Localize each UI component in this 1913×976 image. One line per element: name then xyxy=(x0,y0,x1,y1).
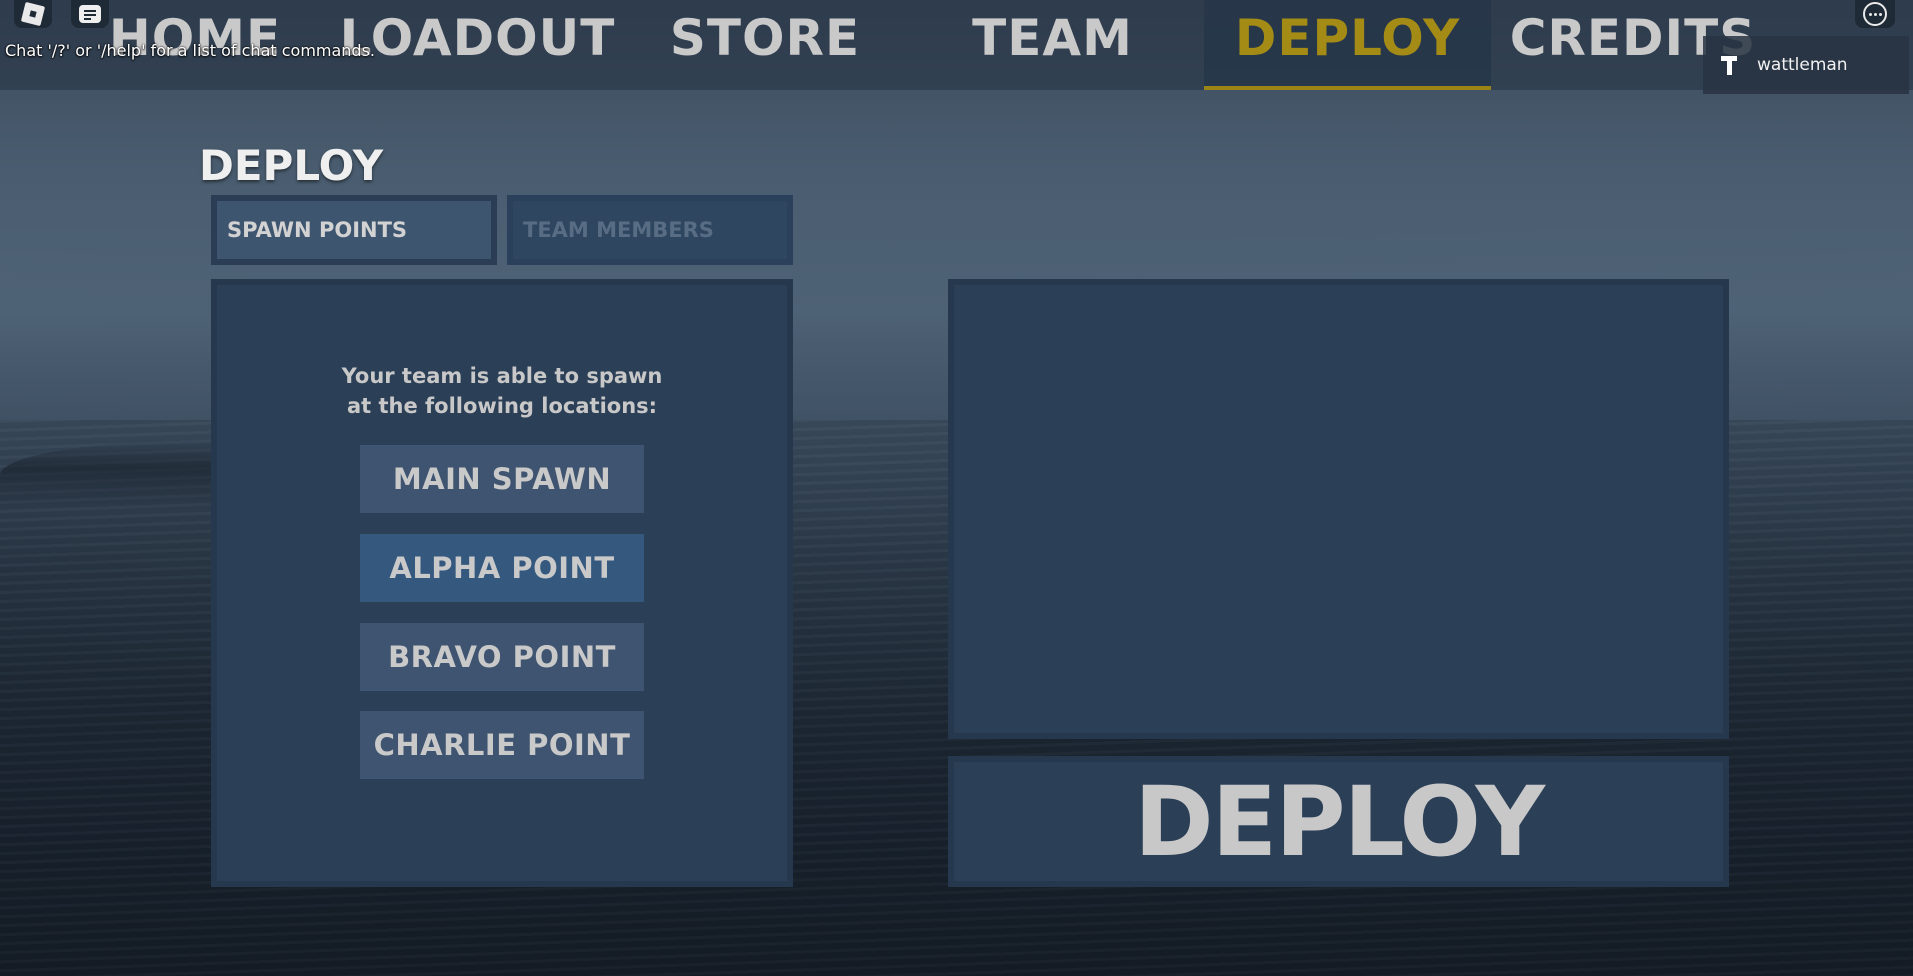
chat-hint: Chat '/?' or '/help' for a list of chat … xyxy=(5,41,376,60)
deploy-button[interactable]: DEPLOY xyxy=(948,756,1729,887)
more-options-icon[interactable] xyxy=(1855,0,1895,28)
spawn-label: MAIN SPAWN xyxy=(392,462,612,496)
roblox-logo-icon[interactable] xyxy=(14,0,52,28)
team-t-icon xyxy=(1719,54,1739,76)
nav-tab-label: TEAM xyxy=(972,9,1133,67)
player-name: wattleman xyxy=(1757,55,1848,75)
page-title: DEPLOY xyxy=(199,141,384,190)
spawn-label: BRAVO POINT xyxy=(388,640,616,674)
spawn-intro-line: at the following locations: xyxy=(346,394,658,418)
spawn-label: ALPHA POINT xyxy=(389,551,615,585)
tab-spawn-points[interactable]: SPAWN POINTS xyxy=(211,195,497,265)
player-list-entry[interactable]: wattleman xyxy=(1703,36,1909,94)
nav-tab-loadout[interactable]: LOADOUT xyxy=(340,0,615,90)
chat-icon[interactable] xyxy=(71,0,109,28)
nav-tab-deploy[interactable]: DEPLOY xyxy=(1204,0,1491,90)
spawn-label: CHARLIE POINT xyxy=(373,728,631,762)
spawn-charlie-button[interactable]: CHARLIE POINT xyxy=(360,711,644,779)
spawn-bravo-button[interactable]: BRAVO POINT xyxy=(360,623,644,691)
tab-label: SPAWN POINTS xyxy=(227,218,408,242)
nav-tab-label: LOADOUT xyxy=(339,9,616,67)
spawn-alpha-button[interactable]: ALPHA POINT xyxy=(360,534,644,602)
spawn-intro-line: Your team is able to spawn xyxy=(341,364,663,388)
tab-label: TEAM MEMBERS xyxy=(523,218,714,242)
nav-tab-team[interactable]: TEAM xyxy=(945,0,1160,90)
tab-team-members[interactable]: TEAM MEMBERS xyxy=(507,195,793,265)
spawn-preview-panel xyxy=(948,279,1729,739)
deploy-button-label: DEPLOY xyxy=(1133,765,1545,878)
spawn-intro-text: Your team is able to spawn at the follow… xyxy=(217,361,787,421)
spawn-points-panel: Your team is able to spawn at the follow… xyxy=(211,279,793,887)
nav-tab-label: DEPLOY xyxy=(1234,9,1461,67)
nav-tab-label: STORE xyxy=(669,9,861,67)
spawn-main-button[interactable]: MAIN SPAWN xyxy=(360,445,644,513)
nav-tab-store[interactable]: STORE xyxy=(655,0,875,90)
